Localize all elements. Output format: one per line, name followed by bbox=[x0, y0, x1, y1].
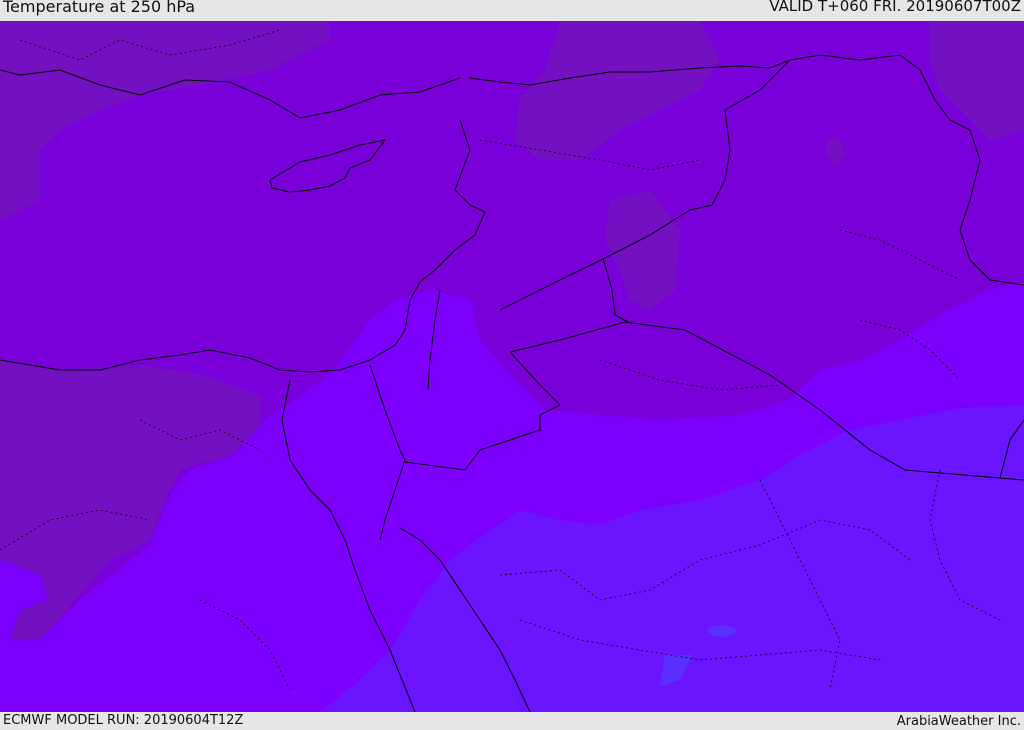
valid-time-label: VALID T+060 FRI. 20190607T00Z bbox=[769, 0, 1021, 15]
credit-label: ArabiaWeather Inc. bbox=[896, 714, 1021, 729]
map-title: Temperature at 250 hPa bbox=[3, 0, 196, 16]
model-run-label: ECMWF MODEL RUN: 20190604T12Z bbox=[3, 713, 244, 728]
footer-bar: ECMWF MODEL RUN: 20190604T12Z ArabiaWeat… bbox=[0, 712, 1024, 729]
header-bar: Temperature at 250 hPa VALID T+060 FRI. … bbox=[0, 0, 1024, 21]
cold-spot-1 bbox=[708, 625, 736, 637]
weather-map[interactable] bbox=[0, 21, 1024, 712]
